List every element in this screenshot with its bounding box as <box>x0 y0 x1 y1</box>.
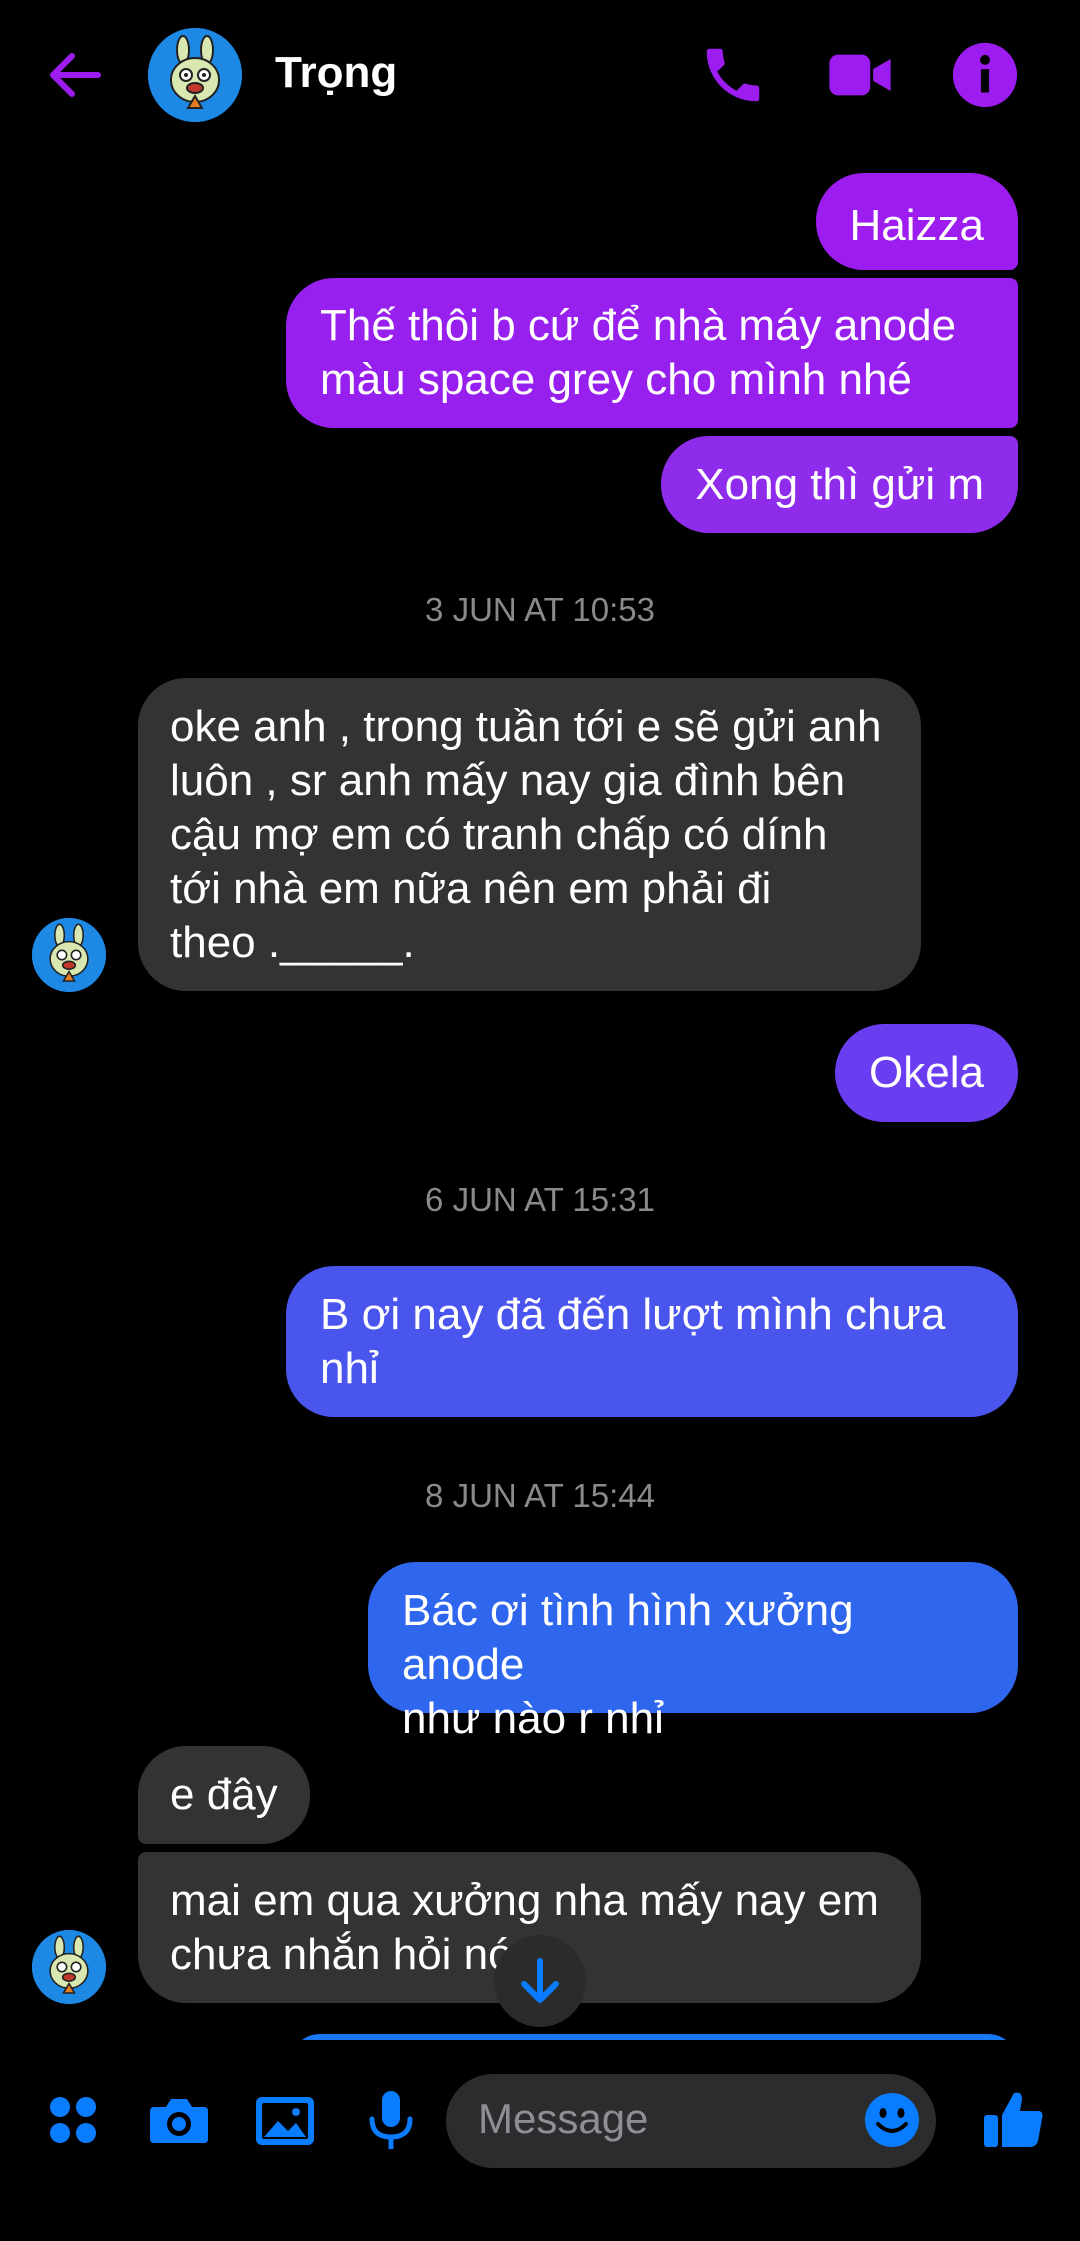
message-line: màu space grey cho mình nhé <box>320 355 912 404</box>
sender-avatar[interactable] <box>32 918 106 992</box>
voice-call-button[interactable] <box>698 40 768 110</box>
apps-menu-icon <box>50 2097 96 2143</box>
message-text: Xong thì gửi m <box>695 460 984 509</box>
video-call-button[interactable] <box>825 40 895 110</box>
message-line: oke anh , trong tuần tới e sẽ gửi anh <box>170 702 882 751</box>
timestamp: 6 JUN AT 15:31 <box>425 1181 655 1218</box>
message-line: luôn , sr anh mấy nay gia đình bên <box>170 756 846 805</box>
sender-avatar[interactable] <box>32 1930 106 2004</box>
message-line: tới nhà em nữa nên em phải đi <box>170 864 772 913</box>
info-icon <box>952 42 1018 108</box>
outgoing-message[interactable]: Thế thôi b cứ để nhà máy anode màu space… <box>286 278 1018 428</box>
bunny-avatar-icon <box>32 918 106 992</box>
timestamp: 8 JUN AT 15:44 <box>425 1477 655 1514</box>
bunny-avatar-icon <box>148 28 242 122</box>
phone-icon <box>706 48 760 102</box>
back-arrow-icon <box>50 53 101 97</box>
bunny-avatar-icon <box>32 1930 106 2004</box>
scroll-to-bottom-button[interactable] <box>494 1935 586 2027</box>
message-line: Bác ơi tình hình xưởng anode <box>402 1586 854 1689</box>
message-line: như nào r nhỉ <box>402 1694 664 1743</box>
apps-button[interactable] <box>38 2085 108 2155</box>
gallery-button[interactable] <box>250 2085 320 2155</box>
message-text: Okela <box>869 1048 984 1097</box>
message-line: theo ._____. <box>170 918 415 967</box>
camera-button[interactable] <box>144 2085 214 2155</box>
outgoing-message[interactable]: Haizza <box>815 173 1018 270</box>
thumbs-up-icon <box>984 2092 1043 2147</box>
microphone-icon <box>369 2091 413 2149</box>
like-button[interactable] <box>978 2085 1048 2155</box>
message-line: Thế thôi b cứ để nhà máy anode <box>320 301 957 350</box>
message-line: nhỉ <box>320 1344 379 1393</box>
gallery-icon <box>256 2097 314 2145</box>
outgoing-message[interactable]: Okela <box>835 1024 1018 1122</box>
message-text: Haizza <box>849 201 985 250</box>
outgoing-message[interactable]: Xong thì gửi m <box>661 436 1018 533</box>
arrow-down-icon <box>521 1958 559 2003</box>
back-button[interactable] <box>40 40 110 110</box>
emoji-icon <box>865 2093 919 2147</box>
outgoing-message[interactable]: B ơi nay đã đến lượt mình chưa nhỉ <box>286 1266 1018 1417</box>
message-text: e đây <box>170 1770 278 1819</box>
contact-name[interactable]: Trọng <box>275 48 397 98</box>
outgoing-message[interactable]: Bác ơi tình hình xưởng anode như nào r n… <box>368 1562 1018 1743</box>
message-placeholder: Message <box>478 2095 649 2142</box>
video-camera-icon <box>829 54 891 96</box>
contact-avatar[interactable] <box>148 28 242 122</box>
message-line: cậu mợ em có tranh chấp có dính <box>170 810 828 859</box>
emoji-button[interactable] <box>862 2090 922 2150</box>
message-line: mai em qua xưởng nha mấy nay em <box>170 1876 879 1925</box>
incoming-message[interactable]: e đây <box>138 1746 310 1844</box>
voice-message-button[interactable] <box>356 2085 426 2155</box>
info-button[interactable] <box>950 40 1020 110</box>
timestamp: 3 JUN AT 10:53 <box>425 591 655 628</box>
camera-icon <box>150 2099 208 2143</box>
chat-header: Trọng <box>0 0 1080 150</box>
message-line: B ơi nay đã đến lượt mình chưa <box>320 1290 946 1339</box>
incoming-message[interactable]: oke anh , trong tuần tới e sẽ gửi anh lu… <box>138 678 921 991</box>
